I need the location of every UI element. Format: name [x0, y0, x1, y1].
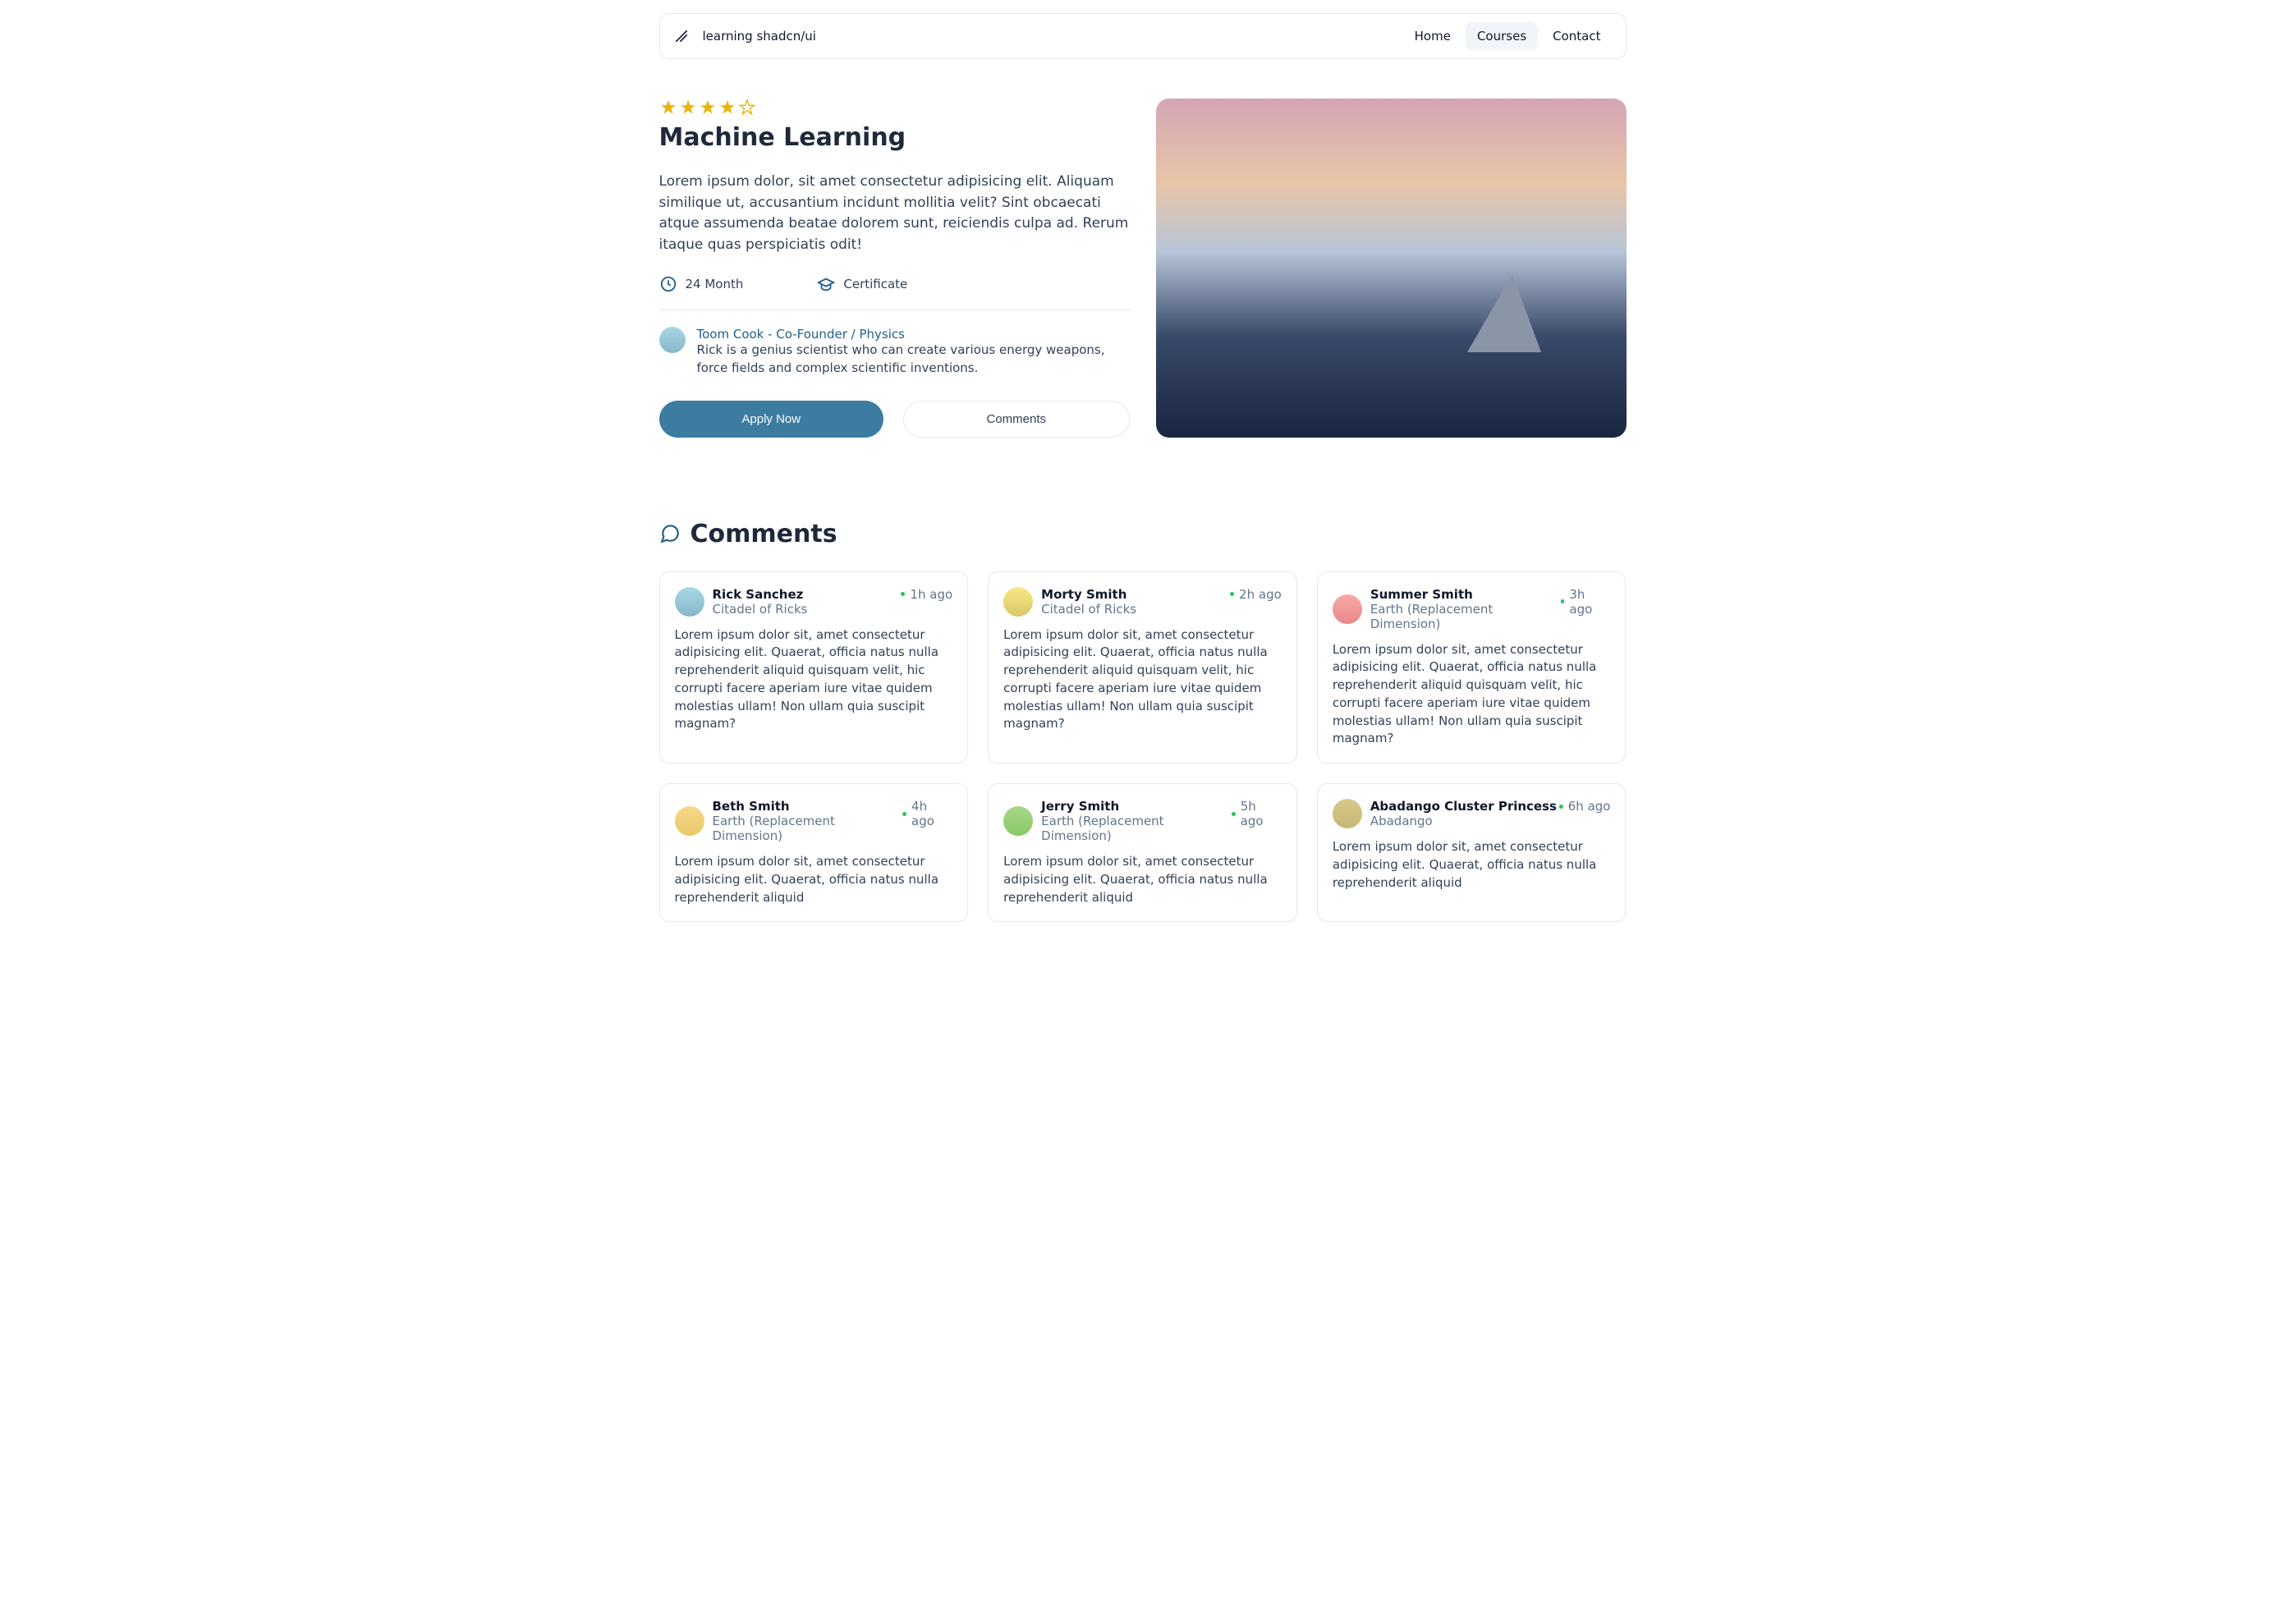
- comment-avatar: [1333, 799, 1362, 828]
- comment-body: Lorem ipsum dolor sit, amet consectetur …: [1003, 853, 1282, 906]
- comment-user: Beth Smith Earth (Replacement Dimension): [675, 799, 903, 843]
- course-meta: 24 Month Certificate: [659, 275, 1130, 293]
- status-dot-icon: [1232, 812, 1236, 816]
- header-left: learning shadcn/ui: [673, 28, 816, 44]
- comment-location: Earth (Replacement Dimension): [713, 814, 903, 843]
- graduation-cap-icon: [817, 275, 835, 293]
- instructor-avatar: [659, 327, 686, 353]
- course-section: Machine Learning Lorem ipsum dolor, sit …: [659, 99, 1627, 438]
- clock-icon: [659, 275, 677, 293]
- comment-time: 1h ago: [901, 587, 952, 602]
- star-icon: [659, 99, 677, 117]
- instructor-name[interactable]: Toom Cook - Co-Founder / Physics: [697, 327, 1130, 342]
- comment-top: Abadango Cluster Princess Abadango 6h ag…: [1333, 799, 1611, 828]
- comment-card: Rick Sanchez Citadel of Ricks 1h ago Lor…: [659, 571, 969, 764]
- nav: Home Courses Contact: [1403, 22, 1613, 50]
- star-icon: [718, 99, 736, 117]
- chat-icon: [659, 523, 681, 544]
- comments-button[interactable]: Comments: [903, 401, 1130, 438]
- comment-avatar: [1003, 806, 1033, 836]
- comment-name: Beth Smith: [713, 799, 903, 814]
- comment-top: Jerry Smith Earth (Replacement Dimension…: [1003, 799, 1282, 843]
- comment-user: Rick Sanchez Citadel of Ricks: [675, 587, 808, 617]
- header-bar: learning shadcn/ui Home Courses Contact: [659, 13, 1627, 59]
- comment-avatar: [675, 806, 704, 836]
- status-dot-icon: [901, 592, 905, 596]
- time-text: 5h ago: [1241, 799, 1282, 828]
- apply-button[interactable]: Apply Now: [659, 401, 884, 438]
- comments-section: Comments Rick Sanchez Citadel of Ricks 1…: [659, 520, 1627, 923]
- comment-body: Lorem ipsum dolor sit, amet consectetur …: [1333, 641, 1611, 749]
- mountain-shape: [1467, 274, 1541, 352]
- comment-card: Jerry Smith Earth (Replacement Dimension…: [988, 783, 1297, 922]
- comment-name: Rick Sanchez: [713, 587, 808, 602]
- comment-name: Summer Smith: [1370, 587, 1561, 602]
- course-description: Lorem ipsum dolor, sit amet consectetur …: [659, 172, 1130, 255]
- comments-grid: Rick Sanchez Citadel of Ricks 1h ago Lor…: [659, 571, 1627, 923]
- comment-body: Lorem ipsum dolor sit, amet consectetur …: [1333, 838, 1611, 892]
- comment-location: Citadel of Ricks: [713, 602, 808, 617]
- comment-user: Morty Smith Citadel of Ricks: [1003, 587, 1136, 617]
- logo-icon: [673, 28, 690, 44]
- time-text: 1h ago: [910, 587, 952, 602]
- comment-user: Abadango Cluster Princess Abadango: [1333, 799, 1557, 828]
- comment-top: Summer Smith Earth (Replacement Dimensio…: [1333, 587, 1611, 631]
- comment-location: Abadango: [1370, 814, 1557, 828]
- course-info: Machine Learning Lorem ipsum dolor, sit …: [659, 99, 1130, 438]
- status-dot-icon: [1230, 592, 1234, 596]
- comments-heading: Comments: [691, 520, 837, 548]
- comment-card: Beth Smith Earth (Replacement Dimension)…: [659, 783, 969, 922]
- time-text: 6h ago: [1568, 799, 1611, 814]
- time-text: 4h ago: [911, 799, 952, 828]
- comment-location: Earth (Replacement Dimension): [1370, 602, 1561, 631]
- comment-location: Citadel of Ricks: [1041, 602, 1136, 617]
- star-icon: [679, 99, 697, 117]
- time-text: 3h ago: [1569, 587, 1610, 617]
- comment-time: 6h ago: [1559, 799, 1611, 814]
- status-dot-icon: [1561, 599, 1565, 603]
- nav-courses[interactable]: Courses: [1466, 22, 1538, 50]
- comments-header: Comments: [659, 520, 1627, 548]
- status-dot-icon: [902, 812, 906, 816]
- comment-user: Summer Smith Earth (Replacement Dimensio…: [1333, 587, 1561, 631]
- comment-body: Lorem ipsum dolor sit, amet consectetur …: [675, 626, 953, 734]
- instructor: Toom Cook - Co-Founder / Physics Rick is…: [659, 327, 1130, 378]
- nav-contact[interactable]: Contact: [1541, 22, 1612, 50]
- duration-text: 24 Month: [686, 277, 744, 291]
- comment-time: 5h ago: [1232, 799, 1282, 828]
- comment-card: Abadango Cluster Princess Abadango 6h ag…: [1317, 783, 1627, 922]
- comment-top: Beth Smith Earth (Replacement Dimension)…: [675, 799, 953, 843]
- comment-card: Morty Smith Citadel of Ricks 2h ago Lore…: [988, 571, 1297, 764]
- site-title: learning shadcn/ui: [703, 29, 816, 44]
- status-dot-icon: [1559, 805, 1563, 809]
- time-text: 2h ago: [1239, 587, 1282, 602]
- certificate-text: Certificate: [843, 277, 907, 291]
- comment-name: Jerry Smith: [1041, 799, 1232, 814]
- action-buttons: Apply Now Comments: [659, 401, 1130, 438]
- meta-duration: 24 Month: [659, 275, 744, 293]
- comment-name: Morty Smith: [1041, 587, 1136, 602]
- comment-name: Abadango Cluster Princess: [1370, 799, 1557, 814]
- course-hero-image: [1156, 99, 1627, 438]
- comment-avatar: [675, 587, 704, 617]
- instructor-bio: Rick is a genius scientist who can creat…: [697, 342, 1130, 378]
- comment-top: Morty Smith Citadel of Ricks 2h ago: [1003, 587, 1282, 617]
- comment-top: Rick Sanchez Citadel of Ricks 1h ago: [675, 587, 953, 617]
- comment-time: 4h ago: [902, 799, 952, 828]
- comment-body: Lorem ipsum dolor sit, amet consectetur …: [675, 853, 953, 906]
- star-empty-icon: [738, 99, 756, 117]
- rating-stars: [659, 99, 1130, 117]
- star-icon: [699, 99, 717, 117]
- comment-avatar: [1003, 587, 1033, 617]
- comment-card: Summer Smith Earth (Replacement Dimensio…: [1317, 571, 1627, 764]
- comment-location: Earth (Replacement Dimension): [1041, 814, 1232, 843]
- course-title: Machine Learning: [659, 123, 1130, 152]
- comment-time: 2h ago: [1230, 587, 1282, 602]
- comment-avatar: [1333, 594, 1362, 624]
- nav-home[interactable]: Home: [1403, 22, 1462, 50]
- comment-body: Lorem ipsum dolor sit, amet consectetur …: [1003, 626, 1282, 734]
- meta-certificate: Certificate: [817, 275, 907, 293]
- comment-time: 3h ago: [1561, 587, 1611, 617]
- comment-user: Jerry Smith Earth (Replacement Dimension…: [1003, 799, 1232, 843]
